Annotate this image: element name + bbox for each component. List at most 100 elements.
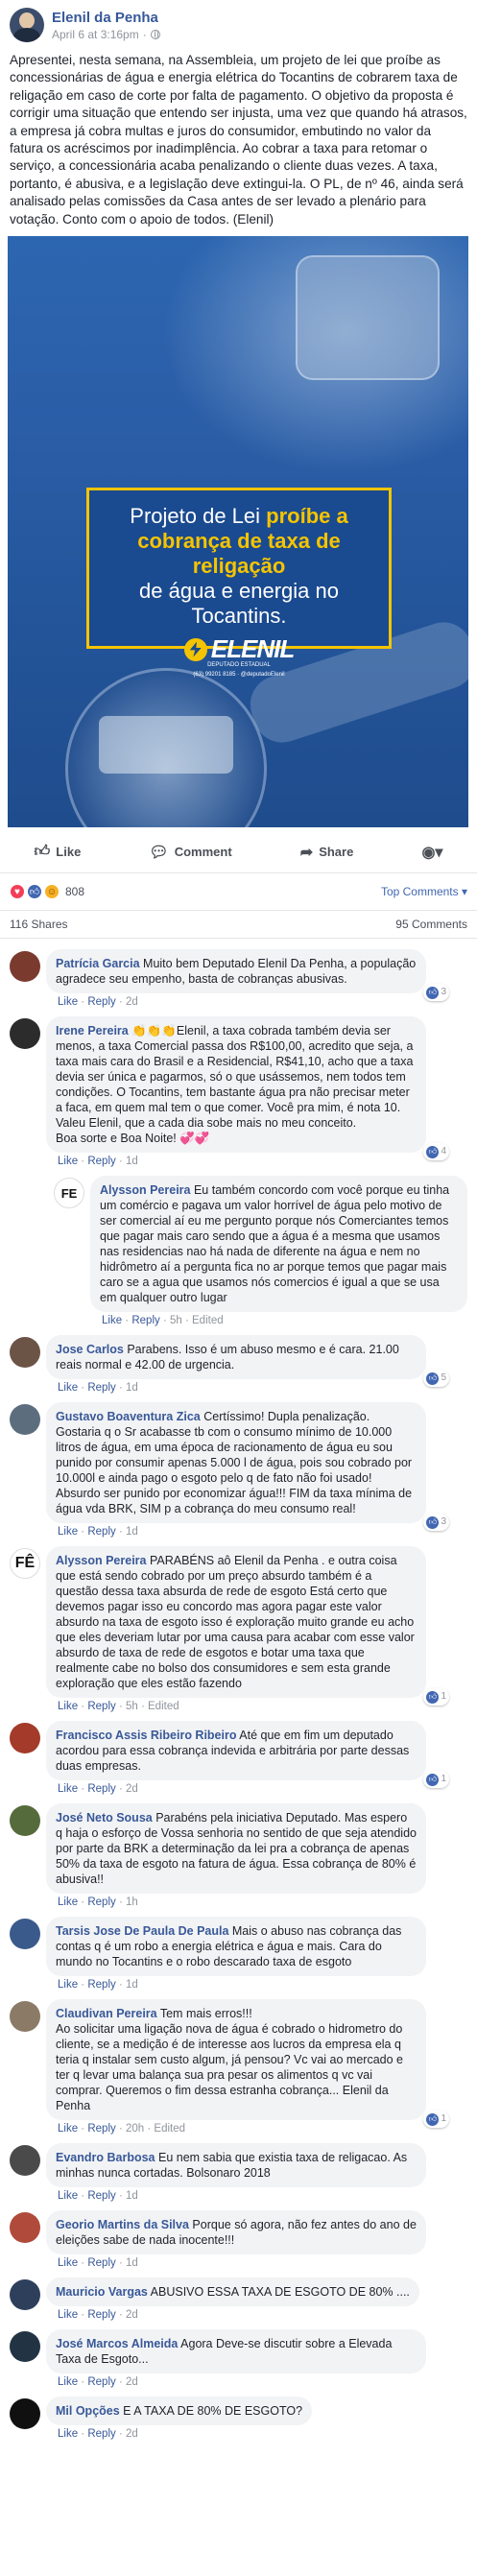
comment-reply-link[interactable]: Reply <box>87 1783 115 1795</box>
comment-like-link[interactable]: Like <box>58 1156 78 1167</box>
comment-time[interactable]: 2d <box>126 2376 138 2388</box>
share-button[interactable]: ➦ Share <box>300 843 354 862</box>
comment-reply-link[interactable]: Reply <box>87 2190 115 2202</box>
comments-count[interactable]: 95 Comments <box>395 918 467 931</box>
comment-reaction-count: 5 <box>441 1372 446 1384</box>
commenter-avatar[interactable]: FÊ <box>10 1548 40 1580</box>
commenter-name[interactable]: Claudivan Pereira <box>56 2007 157 2020</box>
comment-reply-link[interactable]: Reply <box>87 1382 115 1394</box>
commenter-name[interactable]: Mauricio Vargas <box>56 2285 148 2299</box>
comment-reactions[interactable]: 👍︎ 3 <box>423 984 449 1002</box>
comment-time[interactable]: 1d <box>126 1156 138 1167</box>
comment-like-link[interactable]: Like <box>58 2190 78 2202</box>
comment-reaction-count: 4 <box>441 1146 446 1157</box>
comment-reactions[interactable]: 👍︎ 5 <box>423 1370 449 1388</box>
commenter-avatar[interactable] <box>10 1018 40 1050</box>
comment-time[interactable]: 20h <box>126 2123 144 2135</box>
comment-reply-link[interactable]: Reply <box>87 996 115 1008</box>
commenter-name[interactable]: Alysson Pereira <box>100 1183 191 1197</box>
comment-time[interactable]: 2d <box>126 2428 138 2440</box>
comment-time[interactable]: 2d <box>126 2309 138 2321</box>
author-name[interactable]: Elenil da Penha <box>52 10 160 26</box>
comment-reply-link[interactable]: Reply <box>87 2309 115 2321</box>
comment-reply-link[interactable]: Reply <box>87 1526 115 1538</box>
commenter-avatar[interactable] <box>10 2145 40 2177</box>
comment-like-link[interactable]: Like <box>58 2376 78 2388</box>
comment-like-link[interactable]: Like <box>58 1701 78 1712</box>
commenter-avatar[interactable] <box>10 2279 40 2311</box>
comment-like-link[interactable]: Like <box>58 1979 78 1991</box>
comment-like-link[interactable]: Like <box>58 2123 78 2135</box>
commenter-avatar[interactable] <box>10 2001 40 2033</box>
commenter-avatar[interactable] <box>10 1404 40 1436</box>
comment-time[interactable]: 1d <box>126 1382 138 1394</box>
commenter-avatar[interactable] <box>10 1723 40 1754</box>
author-avatar[interactable] <box>10 8 44 42</box>
comment-like-link[interactable]: Like <box>58 2257 78 2269</box>
comment-reply-link[interactable]: Reply <box>87 1979 115 1991</box>
comment-like-link[interactable]: Like <box>58 1783 78 1795</box>
comment-time[interactable]: 1h <box>126 1896 138 1908</box>
comment-reply-link[interactable]: Reply <box>87 1156 115 1167</box>
audience-selector[interactable]: ◉▾ <box>421 843 442 862</box>
commenter-name[interactable]: Georio Martins da Silva <box>56 2218 189 2231</box>
comment-reply-link[interactable]: Reply <box>87 1701 115 1712</box>
commenter-name[interactable]: Irene Pereira <box>56 1024 129 1038</box>
comment-like-link[interactable]: Like <box>58 1526 78 1538</box>
comment-reply-link[interactable]: Reply <box>87 2376 115 2388</box>
comment-edited[interactable]: Edited <box>192 1315 224 1326</box>
commenter-name[interactable]: José Neto Sousa <box>56 1811 153 1825</box>
commenter-avatar[interactable]: FE <box>54 1178 84 1209</box>
commenter-avatar[interactable] <box>10 1919 40 1950</box>
comment-like-link[interactable]: Like <box>102 1315 122 1326</box>
commenter-name[interactable]: Tarsis Jose De Paula De Paula <box>56 1924 228 1938</box>
shares-count[interactable]: 116 Shares <box>10 918 68 931</box>
commenter-avatar[interactable] <box>10 1337 40 1369</box>
comment-reactions[interactable]: 👍︎ 1 <box>423 1771 449 1789</box>
commenter-avatar[interactable] <box>10 2331 40 2363</box>
comment-bubble: Evandro Barbosa Eu nem sabia que existia… <box>46 2143 426 2188</box>
commenter-avatar[interactable] <box>10 2398 40 2430</box>
commenter-name[interactable]: Francisco Assis Ribeiro Ribeiro <box>56 1729 236 1742</box>
comment-edited[interactable]: Edited <box>148 1701 179 1712</box>
comment-like-link[interactable]: Like <box>58 1382 78 1394</box>
comment-time[interactable]: 5h <box>170 1315 182 1326</box>
comment-time[interactable]: 1d <box>126 2257 138 2269</box>
like-button[interactable]: 👍︎ Like <box>35 843 82 861</box>
comment-time[interactable]: 5h <box>126 1701 138 1712</box>
comment-reply-link[interactable]: Reply <box>131 1315 159 1326</box>
post-date[interactable]: April 6 at 3:16pm <box>52 28 139 41</box>
commenter-avatar[interactable] <box>10 1805 40 1837</box>
comment-reply-link[interactable]: Reply <box>87 1896 115 1908</box>
comment-button[interactable]: 💬︎ Comment <box>149 843 231 862</box>
reaction-summary[interactable]: ♥ 👍︎ ☺ 808 <box>10 884 84 900</box>
comment-reply-link[interactable]: Reply <box>87 2123 115 2135</box>
comment-like-link[interactable]: Like <box>58 996 78 1008</box>
commenter-avatar[interactable] <box>10 951 40 983</box>
comment-time[interactable]: 1d <box>126 1526 138 1538</box>
commenter-name[interactable]: Patrícia Garcia <box>56 957 140 970</box>
comment-reply-link[interactable]: Reply <box>87 2257 115 2269</box>
comment-reply-link[interactable]: Reply <box>87 2428 115 2440</box>
comment-edited[interactable]: Edited <box>154 2123 185 2135</box>
comment-like-link[interactable]: Like <box>58 2309 78 2321</box>
comment-reactions[interactable]: 👍︎ 3 <box>423 1514 449 1532</box>
post-image[interactable]: Projeto de Lei proíbe a cobrança de taxa… <box>8 236 468 828</box>
commenter-name[interactable]: Gustavo Boaventura Zica <box>56 1410 201 1423</box>
commenter-name[interactable]: Jose Carlos <box>56 1343 124 1356</box>
commenter-name[interactable]: Mil Opções <box>56 2404 120 2418</box>
comment-time[interactable]: 1d <box>126 1979 138 1991</box>
commenter-name[interactable]: José Marcos Almeida <box>56 2337 178 2350</box>
comment-like-link[interactable]: Like <box>58 1896 78 1908</box>
comment-time[interactable]: 1d <box>126 2190 138 2202</box>
top-comments-dropdown[interactable]: Top Comments ▾ <box>381 885 467 898</box>
comment-time[interactable]: 2d <box>126 996 138 1008</box>
comment-time[interactable]: 2d <box>126 1783 138 1795</box>
comment-reactions[interactable]: 👍︎ 1 <box>423 2111 449 2129</box>
comment-like-link[interactable]: Like <box>58 2428 78 2440</box>
comment-reactions[interactable]: 👍︎ 4 <box>423 1143 449 1161</box>
commenter-avatar[interactable] <box>10 2212 40 2244</box>
commenter-name[interactable]: Evandro Barbosa <box>56 2151 155 2164</box>
comment-reactions[interactable]: 👍︎ 1 <box>423 1688 449 1706</box>
commenter-name[interactable]: Alysson Pereira <box>56 1554 147 1567</box>
